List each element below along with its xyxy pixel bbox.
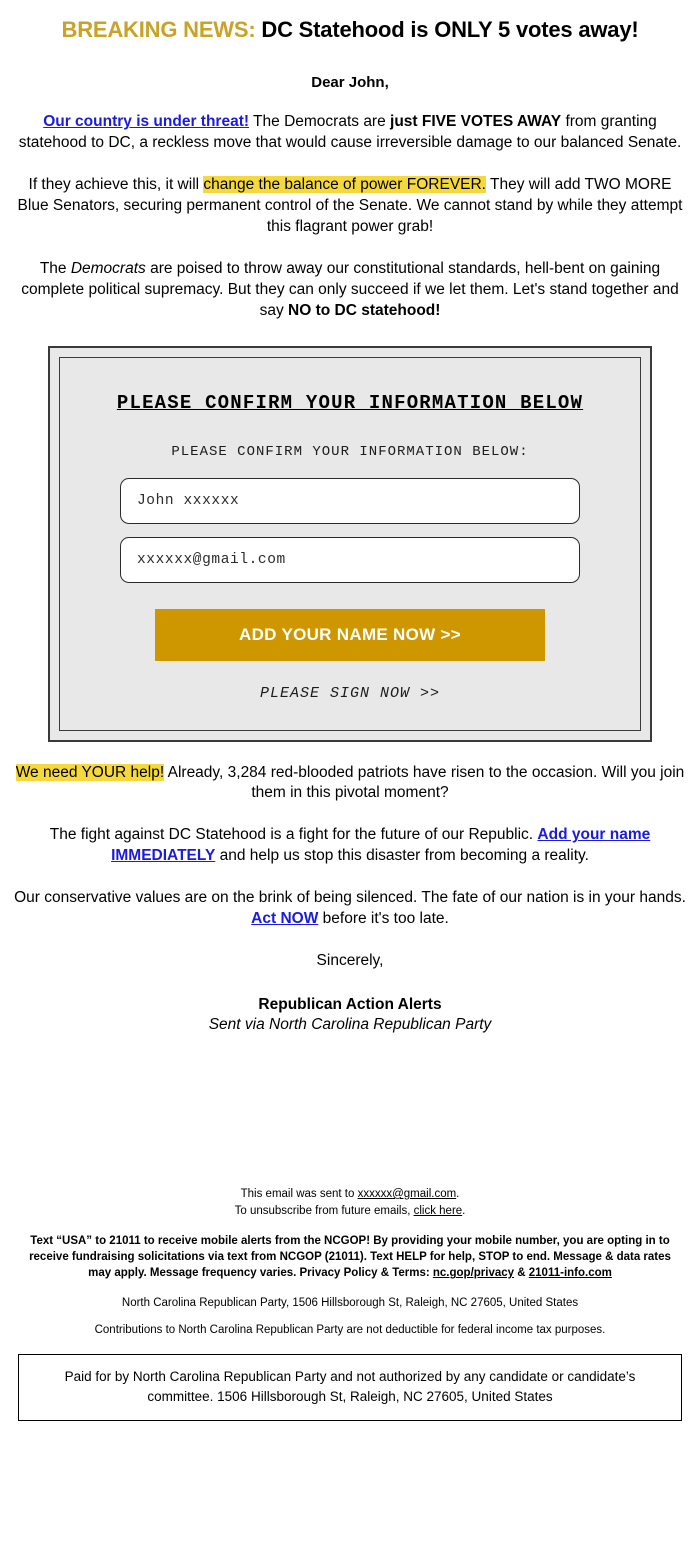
p3-italic-democrats: Democrats xyxy=(70,259,146,277)
p6-text-2: before it's too late. xyxy=(318,910,449,928)
name-input[interactable] xyxy=(120,477,580,524)
paragraph-2: If they achieve this, it will change the… xyxy=(14,175,686,238)
p5-text-2: and help us stop this disaster from beco… xyxy=(215,847,589,865)
salutation: Dear John, xyxy=(311,74,389,92)
sent-to-prefix: This email was sent to xyxy=(240,1187,358,1200)
p4-highlight: We need YOUR help! xyxy=(15,763,165,781)
headline-rest: DC Statehood is ONLY 5 votes away! xyxy=(255,17,639,42)
p5-text-1: The fight against DC Statehood is a figh… xyxy=(49,826,538,844)
sincerely-text: Sincerely, xyxy=(316,952,384,970)
paragraph-5: The fight against DC Statehood is a figh… xyxy=(14,825,686,867)
footer-sms-disclosure: Text “USA” to 21011 to receive mobile al… xyxy=(16,1234,684,1282)
link-our-country-is-under-threat[interactable]: Our country is under threat! xyxy=(43,113,249,130)
footer: This email was sent to xxxxxx@gmail.com.… xyxy=(0,1186,700,1421)
unsub-prefix: To unsubscribe from future emails, xyxy=(234,1205,414,1218)
unsub-suffix: . xyxy=(462,1205,466,1218)
signature-org: Sent via North Carolina Republican Party xyxy=(208,1015,492,1033)
p6-text-1: Our conservative values are on the brink… xyxy=(14,889,686,907)
p1-bold-1: just FIVE VOTES AWAY xyxy=(390,113,562,131)
p2-text-1: If they achieve this, it will xyxy=(28,176,204,193)
footer-address: North Carolina Republican Party, 1506 Hi… xyxy=(121,1297,579,1310)
paragraph-1: Our country is under threat! The Democra… xyxy=(14,112,686,154)
paid-for-disclaimer: Paid for by North Carolina Republican Pa… xyxy=(18,1354,682,1421)
email-page: BREAKING NEWS: DC Statehood is ONLY 5 vo… xyxy=(0,16,700,1421)
footer-unsubscribe: To unsubscribe from future emails, click… xyxy=(30,1203,670,1220)
headline-breaking-news: BREAKING NEWS: xyxy=(61,17,256,42)
paragraph-3: The Democrats are poised to throw away o… xyxy=(14,259,686,322)
recipient-email-link[interactable]: xxxxxx@gmail.com xyxy=(358,1188,457,1200)
unsubscribe-link[interactable]: click here xyxy=(414,1205,463,1217)
please-sign-now-text[interactable]: PLEASE SIGN NOW >> xyxy=(76,685,624,702)
link-act-now[interactable]: Act NOW xyxy=(251,910,318,927)
p3-bold-1: NO to DC statehood! xyxy=(288,301,441,319)
p4-text-1: Already, 3,284 red-blooded patriots have… xyxy=(164,763,685,802)
signup-form-box: PLEASE CONFIRM YOUR INFORMATION BELOW PL… xyxy=(48,345,652,742)
footer-contributions-notice: Contributions to North Carolina Republic… xyxy=(94,1324,606,1337)
sms-info-link[interactable]: 21011-info.com xyxy=(529,1267,612,1279)
signup-form-inner: PLEASE CONFIRM YOUR INFORMATION BELOW PL… xyxy=(59,356,641,731)
p1-text-1: The Democrats are xyxy=(249,113,391,131)
signature-name: Republican Action Alerts xyxy=(258,995,442,1013)
add-your-name-button[interactable]: ADD YOUR NAME NOW >> xyxy=(155,608,545,661)
sms-amp: & xyxy=(514,1267,529,1280)
p3-text-1: The xyxy=(39,259,71,277)
p2-highlight: change the balance of power FOREVER. xyxy=(203,176,486,193)
sent-to-suffix: . xyxy=(456,1187,460,1200)
email-input[interactable] xyxy=(120,536,580,583)
paragraph-4: We need YOUR help! Already, 3,284 red-bl… xyxy=(14,763,686,805)
footer-sent-to: This email was sent to xxxxxx@gmail.com. xyxy=(30,1186,670,1203)
paragraph-6: Our conservative values are on the brink… xyxy=(14,888,686,930)
privacy-policy-link[interactable]: nc.gop/privacy xyxy=(433,1267,514,1279)
form-heading: PLEASE CONFIRM YOUR INFORMATION BELOW xyxy=(116,391,584,414)
form-subheading: PLEASE CONFIRM YOUR INFORMATION BELOW: xyxy=(171,443,529,460)
page-title: BREAKING NEWS: DC Statehood is ONLY 5 vo… xyxy=(30,16,670,44)
